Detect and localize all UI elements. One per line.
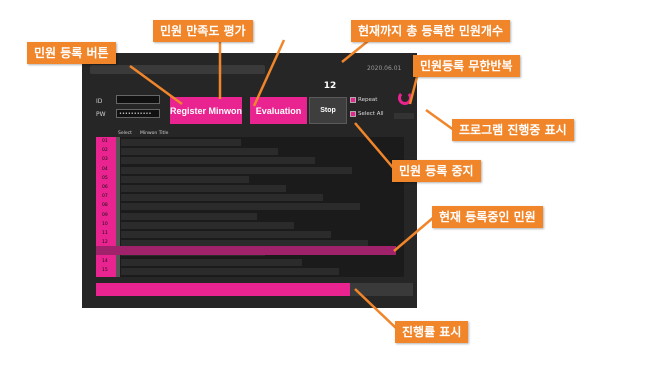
callout-satisfaction: 민원 만족도 평가 — [153, 20, 253, 42]
callout-running: 프로그램 진행중 표시 — [452, 119, 574, 141]
callout-total-count: 현재까지 총 등록한 민원개수 — [351, 20, 511, 42]
callout-register: 민원 등록 버튼 — [27, 42, 116, 64]
callout-stop: 민원 등록 중지 — [392, 160, 481, 182]
callout-current-item: 현재 등록중인 민원 — [432, 206, 543, 228]
callout-infinite-repeat: 민원등록 무한반복 — [413, 55, 520, 77]
callout-progress: 진행률 표시 — [395, 321, 469, 343]
